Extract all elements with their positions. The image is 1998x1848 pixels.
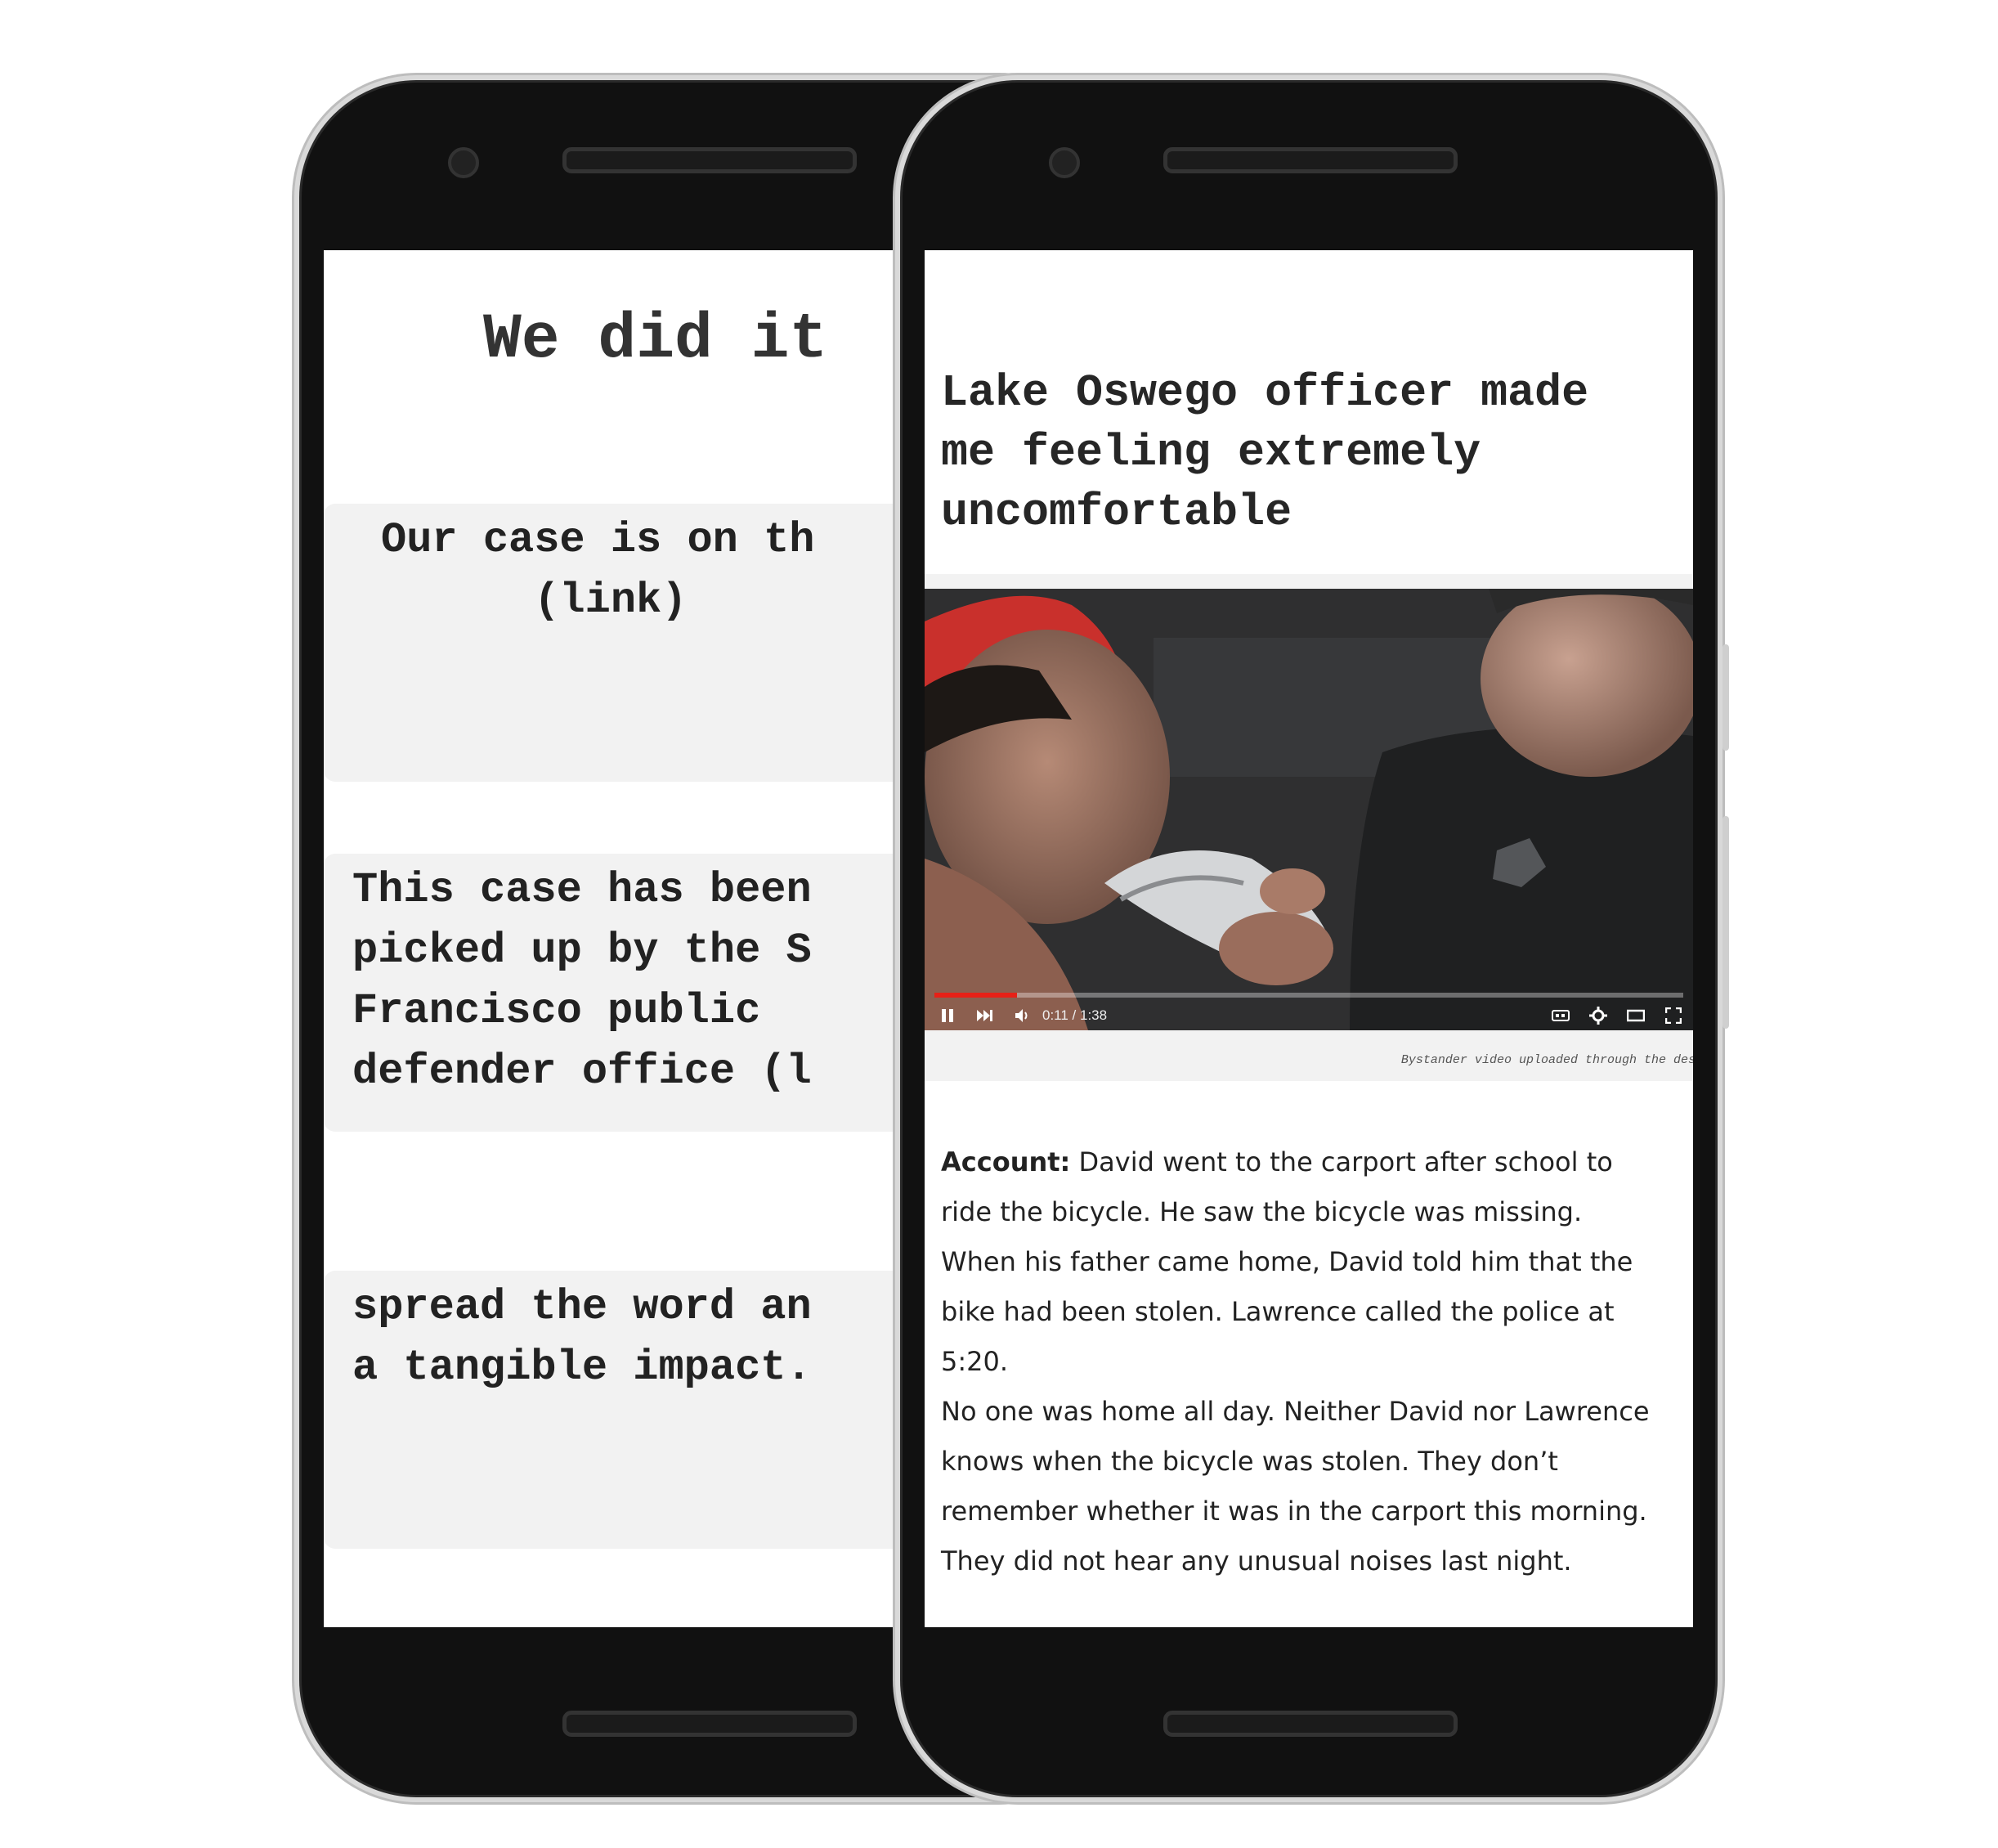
- account-section: Account: David went to the carport after…: [941, 1137, 1685, 1586]
- fullscreen-icon[interactable]: [1659, 1001, 1688, 1030]
- cc-icon[interactable]: [1546, 1001, 1575, 1030]
- case-link-text[interactable]: Our case is on th (link): [381, 510, 815, 631]
- progress-fill: [934, 993, 1017, 998]
- top-speaker: [1163, 147, 1458, 173]
- spread-text: spread the word an a tangible impact.: [352, 1283, 812, 1392]
- pause-icon[interactable]: [933, 1001, 962, 1030]
- front-camera-icon: [1049, 147, 1080, 178]
- article-headline: Lake Oswego officer made me feeling extr…: [941, 367, 1589, 538]
- account-label: Account:: [941, 1146, 1071, 1177]
- account-text-1: David went to the carport after school t…: [941, 1146, 1633, 1377]
- right-screen: Lake Oswego officer made me feeling extr…: [925, 250, 1693, 1627]
- account-paragraph-1: Account: David went to the carport after…: [941, 1137, 1685, 1387]
- power-button: [1722, 644, 1729, 751]
- defender-text[interactable]: This case has been picked up by the S Fr…: [352, 860, 812, 1102]
- video-controls: 0:11 / 1:38: [925, 1001, 1693, 1030]
- video-player[interactable]: 0:11 / 1:38: [925, 589, 1693, 1030]
- right-phone: Lake Oswego officer made me feeling extr…: [895, 75, 1729, 1802]
- page-title: We did it: [483, 304, 828, 376]
- account-paragraph-2: No one was home all day. Neither David n…: [941, 1396, 1650, 1577]
- video-caption: Bystander video uploaded through the des…: [1400, 1053, 1693, 1067]
- bottom-speaker: [1163, 1711, 1458, 1737]
- volume-icon[interactable]: [1008, 1001, 1037, 1030]
- video-time: 0:11 / 1:38: [1042, 1007, 1108, 1023]
- next-icon[interactable]: [970, 1001, 1000, 1030]
- theater-icon[interactable]: [1621, 1001, 1651, 1030]
- video-frame: [925, 589, 1693, 1030]
- front-camera-icon: [448, 147, 479, 178]
- bottom-speaker: [562, 1711, 857, 1737]
- progress-bar[interactable]: [934, 993, 1683, 998]
- top-speaker: [562, 147, 857, 173]
- gear-icon[interactable]: [1584, 1001, 1613, 1030]
- volume-button: [1722, 816, 1729, 1029]
